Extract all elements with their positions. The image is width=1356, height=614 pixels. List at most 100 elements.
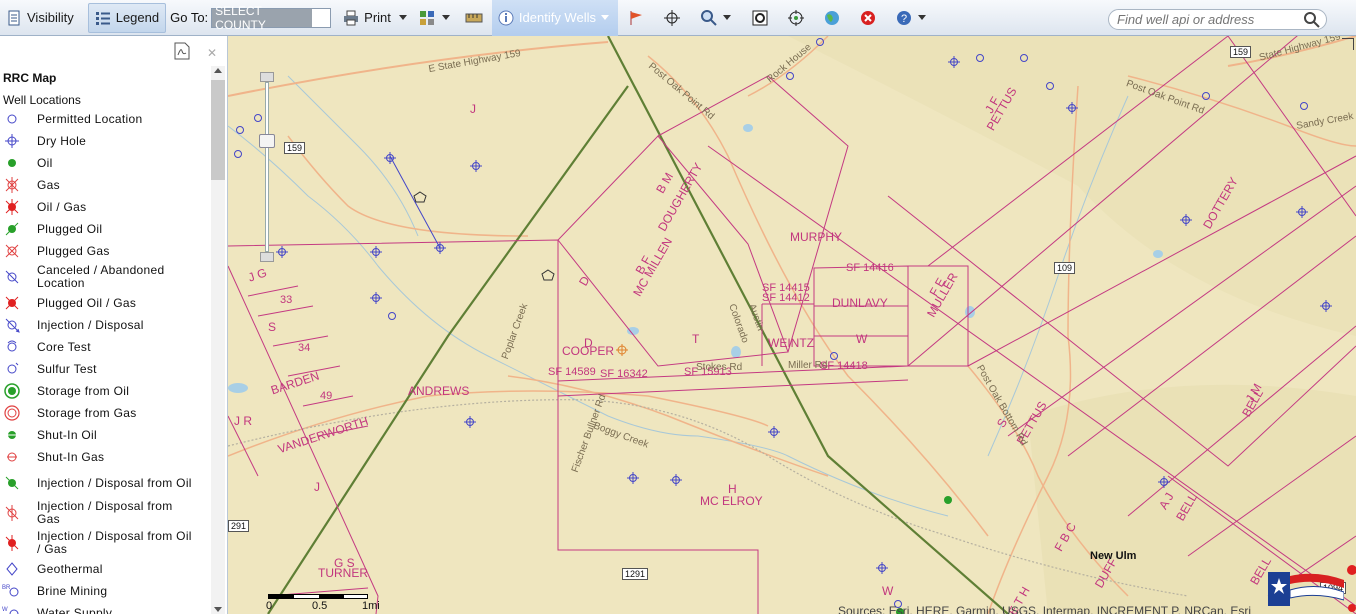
search-icon[interactable] <box>1302 10 1322 30</box>
legend-item-label: Storage from Oil <box>37 383 130 398</box>
survey-label: S <box>268 320 277 334</box>
survey-label: MURPHY <box>790 230 843 244</box>
legend-item-label: Oil / Gas <box>37 199 87 214</box>
legend-item-label: Oil <box>37 155 53 170</box>
locate-icon <box>787 9 804 26</box>
county-select-button[interactable] <box>312 8 331 27</box>
clear-button[interactable] <box>858 8 878 28</box>
rrc-logo <box>1268 572 1344 606</box>
plugged-oil-icon <box>2 218 22 240</box>
legend-item: W Water Supply <box>0 602 210 614</box>
chevron-down-icon <box>600 15 609 20</box>
highway-shield: 159 <box>1230 46 1252 58</box>
crosshair-button[interactable] <box>662 8 682 28</box>
legend-item-label: Plugged Gas <box>37 243 110 258</box>
brine-mining-icon: BR <box>2 580 22 602</box>
legend-item-label: Shut-In Gas <box>37 449 105 464</box>
legend-item-label: Gas <box>37 177 60 192</box>
legend-item: Core Test <box>0 336 210 358</box>
oil-icon <box>2 152 22 174</box>
legend-button[interactable]: Legend <box>87 2 167 33</box>
survey-label: 49 <box>320 390 333 402</box>
panel-close-icon[interactable]: ✕ <box>207 46 217 60</box>
zoom-out-button[interactable] <box>260 252 274 262</box>
road-label: Miller Rd <box>788 360 828 371</box>
identify-wells-button[interactable]: Identify Wells <box>491 0 618 36</box>
legend-item-label: Geothermal <box>37 561 103 576</box>
legend-item-label: Injection / Disposal from Gas <box>37 499 173 526</box>
survey-label: W <box>856 332 868 346</box>
well-search-input[interactable] <box>1117 12 1302 27</box>
map-attribution: Sources: Esri, HERE, Garmin, USGS, Inter… <box>838 604 1251 614</box>
legend-item: Storage from Gas <box>0 402 210 424</box>
legend-scrollbar[interactable] <box>211 66 225 614</box>
legend-item-label: Storage from Gas <box>37 405 137 420</box>
svg-text:W: W <box>2 607 8 613</box>
plugged-gas-icon <box>2 240 22 262</box>
chevron-down-icon <box>398 15 407 20</box>
legend-item-label: Dry Hole <box>37 133 87 148</box>
flag-icon <box>630 10 642 25</box>
info-icon <box>498 10 514 25</box>
survey-label: J <box>314 480 320 494</box>
legend-item: Injection / Disposal from Oil <box>0 468 210 498</box>
legend-item: Injection / Disposal from Oil / Gas <box>0 528 210 558</box>
survey-label: TURNER <box>318 566 368 580</box>
town-label: New Ulm <box>1090 550 1137 562</box>
zoom-slider[interactable] <box>258 72 278 262</box>
plugged-oil-gas-icon <box>2 292 22 314</box>
legend-item: Gas <box>0 174 210 196</box>
gas-icon <box>2 174 22 196</box>
scale-label-mid: 0.5 <box>312 600 328 612</box>
scroll-thumb[interactable] <box>211 80 225 180</box>
oil-gas-icon <box>2 196 22 218</box>
survey-label: SF 14416 <box>846 262 894 274</box>
survey-label: W <box>882 584 894 598</box>
toolbar: Visibility Legend Go To: SELECT COUNTY P… <box>0 0 1356 36</box>
legend-item: Permitted Location <box>0 108 210 130</box>
goto-label: Go To: <box>170 10 209 25</box>
injection-gas-icon <box>2 502 22 524</box>
road-label: Stokes Rd <box>696 362 743 373</box>
print-button[interactable]: Print <box>337 3 413 33</box>
pdf-icon[interactable] <box>174 42 190 60</box>
full-extent-icon <box>752 10 768 25</box>
legend-item-label: Plugged Oil / Gas <box>37 295 137 310</box>
injection-oil-icon <box>2 472 22 494</box>
highway-shield: 1291 <box>622 568 649 580</box>
magnifier-icon <box>700 9 717 26</box>
legend-list: Permitted Location Dry Hole Oil Gas Oil / Ga… <box>0 108 210 614</box>
permitted-location-icon <box>2 108 22 130</box>
survey-label: ANDREWS <box>408 384 470 398</box>
county-select[interactable]: SELECT COUNTY <box>211 4 332 32</box>
zoom-track[interactable] <box>265 82 269 252</box>
list-icon <box>95 11 110 25</box>
survey-label: MC ELROY <box>700 494 763 508</box>
globe-button[interactable] <box>822 8 842 28</box>
legend-item: Shut-In Gas <box>0 446 210 468</box>
legend-item-label: Shut-In Oil <box>37 427 97 442</box>
geothermal-icon <box>2 558 22 580</box>
legend-item-label: Canceled / Abandoned Location <box>37 263 165 290</box>
measure-button[interactable] <box>464 8 484 28</box>
visibility-button[interactable]: Visibility <box>0 3 80 33</box>
svg-text:BR: BR <box>2 585 11 591</box>
scroll-down-icon[interactable] <box>214 607 222 612</box>
flag-button[interactable] <box>626 8 646 28</box>
zoom-in-button[interactable] <box>260 72 274 82</box>
full-extent-button[interactable] <box>750 8 770 28</box>
scroll-up-icon[interactable] <box>214 68 222 73</box>
survey-label: SF 16342 <box>600 368 648 380</box>
locate-button[interactable] <box>786 8 806 28</box>
help-button[interactable]: ? <box>894 8 928 28</box>
legend-panel: ✕ RRC Map Well Locations Permitted Locat… <box>0 36 228 614</box>
fullscreen-icon[interactable] <box>1342 38 1354 50</box>
basemap-button[interactable] <box>413 3 456 33</box>
legend-item: BR Brine Mining <box>0 580 210 602</box>
well-search <box>1108 9 1327 30</box>
zoom-tool-button[interactable] <box>698 8 734 28</box>
survey-label: J <box>470 102 476 116</box>
zoom-handle[interactable] <box>259 134 275 148</box>
map-view[interactable]: J J G 33 S 34 BARDEN 49 J R VANDERWORTH … <box>228 36 1356 614</box>
legend-item-label: Sulfur Test <box>37 361 97 376</box>
